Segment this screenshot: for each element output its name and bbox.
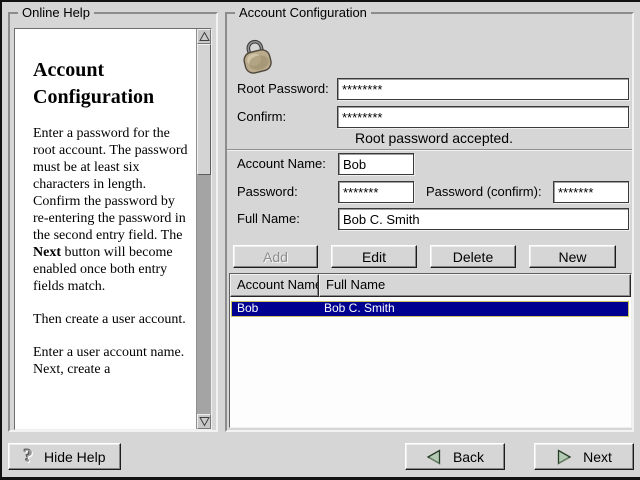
help-text: Account Configuration Enter a password f…: [15, 29, 196, 429]
root-password-label: Root Password:: [237, 78, 329, 100]
help-paragraph: Enter a password for the root account. T…: [33, 125, 192, 295]
full-name-input[interactable]: [338, 208, 629, 230]
separator: [227, 149, 632, 151]
user-password-input[interactable]: [338, 181, 414, 203]
new-button[interactable]: New: [529, 245, 616, 268]
online-help-frame-label: Online Help: [18, 5, 94, 20]
hide-help-label: Hide Help: [44, 449, 105, 465]
cell-account-name: Bob: [232, 302, 321, 316]
help-scrollbar[interactable]: [196, 29, 211, 429]
scroll-down-icon: [199, 416, 210, 427]
padlock-icon: [239, 36, 275, 76]
account-list-header: Account Name Full Name: [230, 274, 631, 297]
account-list: Account Name Full Name Bob Bob C. Smith: [229, 273, 632, 428]
scroll-up-button[interactable]: [197, 29, 211, 44]
online-help-frame: Online Help Account Configuration Enter …: [8, 12, 218, 432]
back-arrow-icon: [426, 449, 442, 465]
account-configuration-frame: Account Configuration Root Password: Con…: [225, 12, 634, 432]
next-label: Next: [583, 449, 612, 465]
help-text-viewport: Account Configuration Enter a password f…: [14, 28, 212, 430]
cell-full-name: Bob C. Smith: [321, 302, 395, 316]
full-name-label: Full Name:: [237, 208, 300, 230]
account-list-row-selected[interactable]: Bob Bob C. Smith: [231, 301, 629, 317]
help-paragraph-text: Enter a password for the root account. T…: [33, 126, 187, 243]
edit-button[interactable]: Edit: [331, 245, 417, 268]
scrollbar-thumb[interactable]: [197, 44, 211, 175]
help-paragraph: Enter a user account name. Next, create …: [33, 344, 192, 378]
help-paragraph-bold-next: Next: [33, 245, 61, 260]
user-password-label: Password:: [237, 181, 298, 203]
scroll-down-button[interactable]: [197, 414, 211, 429]
next-arrow-icon: [556, 449, 572, 465]
screen-edge: [0, 0, 2, 480]
back-label: Back: [453, 449, 484, 465]
root-password-input[interactable]: [337, 78, 629, 100]
installer-window: Online Help Account Configuration Enter …: [0, 0, 640, 480]
back-button[interactable]: Back: [405, 443, 505, 470]
confirm-password-input[interactable]: [337, 106, 629, 128]
help-paragraph: Then create a user account.: [33, 311, 192, 328]
add-button[interactable]: Add: [233, 245, 318, 268]
status-message: Root password accepted.: [355, 130, 513, 146]
user-password-confirm-label: Password (confirm):: [426, 181, 542, 203]
scroll-up-icon: [199, 31, 210, 42]
account-name-input[interactable]: [338, 153, 414, 175]
delete-button[interactable]: Delete: [430, 245, 516, 268]
screen-edge: [0, 0, 640, 2]
account-configuration-frame-label: Account Configuration: [235, 5, 371, 20]
account-name-label: Account Name:: [237, 153, 326, 175]
hide-help-button[interactable]: ? Hide Help: [8, 443, 121, 470]
question-mark-icon: ?: [24, 447, 34, 466]
help-title: Account Configuration: [33, 57, 192, 111]
column-header-full-name[interactable]: Full Name: [319, 274, 631, 297]
user-password-confirm-input[interactable]: [553, 181, 629, 203]
confirm-password-label: Confirm:: [237, 106, 286, 128]
column-header-account-name[interactable]: Account Name: [230, 274, 319, 297]
next-button[interactable]: Next: [534, 443, 634, 470]
